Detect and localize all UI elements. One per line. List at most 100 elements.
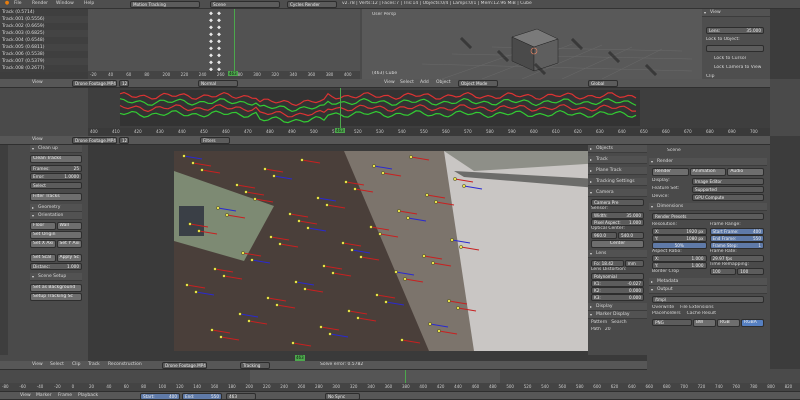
scene-setup-section[interactable]: Scene Setup xyxy=(30,273,82,281)
menu-help[interactable]: Help xyxy=(84,1,94,6)
track-list-item[interactable]: Track.004 (0.6548) xyxy=(0,37,88,44)
track-marker[interactable] xyxy=(191,161,195,165)
track-list-item[interactable]: Track.001 (0.5556) xyxy=(0,16,88,23)
track-empty-marker[interactable] xyxy=(577,44,581,48)
track-marker[interactable] xyxy=(394,270,398,274)
track-marker[interactable] xyxy=(462,184,466,188)
track-section[interactable]: Track xyxy=(588,156,647,164)
track-marker[interactable] xyxy=(253,197,257,201)
track-marker[interactable] xyxy=(347,309,351,313)
dopesheet-frame-indicator[interactable]: 463 xyxy=(228,71,238,76)
k1-field[interactable]: K1: -0.027 xyxy=(591,280,644,287)
error-field[interactable]: Error: 1.0000 xyxy=(30,173,82,180)
track-marker[interactable] xyxy=(434,200,438,204)
track-marker[interactable] xyxy=(225,213,229,217)
keyframe[interactable] xyxy=(217,53,221,58)
track-marker[interactable] xyxy=(375,293,379,297)
track-marker[interactable] xyxy=(222,274,226,278)
track-marker[interactable] xyxy=(185,283,189,287)
track-marker[interactable] xyxy=(294,280,298,284)
clip-view[interactable] xyxy=(88,145,634,355)
track-marker[interactable] xyxy=(456,306,460,310)
menu-track[interactable]: Track xyxy=(88,362,100,367)
remap-old-field[interactable]: 100 xyxy=(709,268,737,275)
track-marker[interactable] xyxy=(235,183,239,187)
menu-object-3d[interactable]: Object xyxy=(436,80,451,85)
placeholders-checkbox[interactable]: Placeholders xyxy=(652,311,681,317)
track-marker[interactable] xyxy=(316,196,320,200)
optical-center-x[interactable]: 960.0 xyxy=(591,232,617,239)
floor-button[interactable]: Floor xyxy=(30,222,56,230)
track-marker[interactable] xyxy=(369,225,373,229)
track-empty-marker[interactable] xyxy=(610,53,614,57)
track-marker[interactable] xyxy=(213,267,217,271)
marker-display-section[interactable]: Marker Display xyxy=(588,311,647,319)
render-presets-select[interactable]: Render Presets xyxy=(652,213,764,220)
geometry-section[interactable]: Geometry xyxy=(30,204,82,212)
width-field[interactable]: Width: 35.000 xyxy=(591,212,644,219)
track-empty-marker[interactable] xyxy=(649,68,653,72)
cache-result-checkbox[interactable]: Cache Result xyxy=(687,311,716,317)
view-section[interactable]: View xyxy=(702,9,770,17)
audio-button[interactable]: Audio xyxy=(727,168,765,176)
track-marker[interactable] xyxy=(197,229,201,233)
border-checkbox[interactable]: Border xyxy=(652,269,667,274)
menu-view-timeline[interactable]: View xyxy=(20,393,31,398)
menu-render[interactable]: Render xyxy=(32,1,48,6)
graph-frame-indicator[interactable]: 463 xyxy=(335,128,345,133)
track-marker[interactable] xyxy=(409,155,413,159)
select-field[interactable]: Select xyxy=(30,182,82,189)
menu-reconstruction[interactable]: Reconstruction xyxy=(108,362,142,367)
graph-clip-select[interactable]: Drone Footage.MP4 xyxy=(72,80,117,87)
track-marker[interactable] xyxy=(219,335,223,339)
pattern-checkbox[interactable]: Pattern xyxy=(591,320,607,326)
format-select[interactable]: PNG xyxy=(652,319,692,326)
track-empty-marker[interactable] xyxy=(653,72,657,76)
track-empty-marker[interactable] xyxy=(573,40,577,44)
metadata-section[interactable]: Metadata xyxy=(649,278,767,286)
track-marker[interactable] xyxy=(194,290,198,294)
keyframe[interactable] xyxy=(217,60,221,65)
track-marker[interactable] xyxy=(269,235,273,239)
tool-tabs[interactable] xyxy=(0,145,8,355)
set-x-axis-button[interactable]: Set X Axi xyxy=(30,240,56,248)
set-background-button[interactable]: Set as Background xyxy=(30,284,82,292)
menu-window[interactable]: Window xyxy=(56,1,74,6)
frame-step-field[interactable]: Frame Step: 1 xyxy=(709,242,764,249)
lock-camera-checkbox[interactable]: Lock Camera to View xyxy=(714,65,761,71)
display-select[interactable]: Image Editor xyxy=(692,178,764,185)
distortion-model-select[interactable]: Polynomial xyxy=(591,273,644,280)
tracking-mode-select[interactable]: Tracking xyxy=(240,362,270,369)
track-list-item[interactable]: Track.003 (0.6825) xyxy=(0,30,88,37)
track-marker[interactable] xyxy=(210,328,214,332)
crop-checkbox[interactable]: Crop xyxy=(669,269,680,274)
keyframe[interactable] xyxy=(217,39,221,44)
timeline[interactable]: -80 -60 -40 -20 0 20 40 60 80 100 120 140 160 180 200 2… xyxy=(0,370,800,391)
track-marker[interactable] xyxy=(200,168,204,172)
track-marker[interactable] xyxy=(300,158,304,162)
set-scale-button[interactable]: Set Scal xyxy=(30,254,56,262)
track-empty-marker[interactable] xyxy=(497,50,501,54)
keyframe[interactable] xyxy=(209,39,213,44)
track-marker[interactable] xyxy=(459,245,463,249)
track-empty-marker[interactable] xyxy=(608,51,612,55)
track-marker[interactable] xyxy=(403,277,407,281)
keyframe[interactable] xyxy=(217,25,221,30)
menu-frame[interactable]: Frame xyxy=(58,393,72,398)
track-marker[interactable] xyxy=(288,212,292,216)
remap-new-field[interactable]: 100 xyxy=(737,268,764,275)
tracking-settings-section[interactable]: Tracking Settings xyxy=(588,178,647,186)
menu-view-graph[interactable]: View xyxy=(32,80,43,85)
track-marker[interactable] xyxy=(450,238,454,242)
track-list-item[interactable]: Track.007 (0.5379) xyxy=(0,58,88,65)
objects-section[interactable]: Objects xyxy=(588,145,647,153)
track-marker[interactable] xyxy=(400,338,404,342)
rgb-button[interactable]: RGB xyxy=(717,319,740,327)
graph-editor[interactable]: 4004104204304404504604704804905005105205… xyxy=(88,88,770,136)
clip-select[interactable]: Drone Footage.MP4 xyxy=(72,137,117,144)
focal-unit-select[interactable]: mm xyxy=(624,260,644,267)
track-marker[interactable] xyxy=(350,248,354,252)
timeline-end-field[interactable]: End: 550 xyxy=(182,393,222,400)
lock-object-field[interactable] xyxy=(706,45,764,52)
track-empty-marker[interactable] xyxy=(616,59,620,63)
